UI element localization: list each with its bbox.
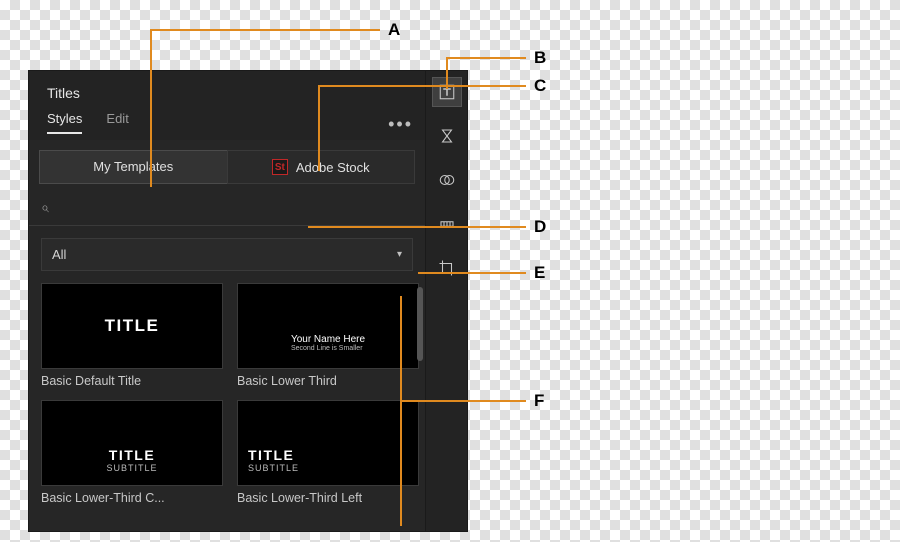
titles-panel: Titles Styles Edit ••• My Templates St A… xyxy=(28,70,468,532)
template-name: Basic Lower Third xyxy=(237,369,419,390)
tab-styles[interactable]: Styles xyxy=(47,111,82,134)
thumb-text: TITLE xyxy=(106,447,157,463)
search-row: ⌕ xyxy=(29,192,425,226)
chevron-down-icon: ▾ xyxy=(397,249,402,260)
callout-line xyxy=(400,400,526,402)
source-adobe-stock[interactable]: St Adobe Stock xyxy=(227,150,416,184)
template-name: Basic Default Title xyxy=(41,369,223,390)
callout-line xyxy=(150,29,152,187)
template-item[interactable]: TITLE SUBTITLE Basic Lower-Third C... xyxy=(41,400,223,507)
callout-label-d: D xyxy=(534,217,546,237)
callout-line xyxy=(446,57,526,59)
thumb-text: SUBTITLE xyxy=(248,463,299,473)
source-toggle: My Templates St Adobe Stock xyxy=(29,140,425,192)
source-my-templates[interactable]: My Templates xyxy=(39,150,227,184)
callout-line xyxy=(318,85,320,171)
template-item[interactable]: Your Name Here Second Line is Smaller Ba… xyxy=(237,283,419,390)
callout-line xyxy=(400,296,402,526)
panel-main: Titles Styles Edit ••• My Templates St A… xyxy=(29,71,425,531)
callout-label-a: A xyxy=(388,20,400,40)
templates-grid-wrap: TITLE Basic Default Title Your Name Here… xyxy=(29,279,425,531)
panel-right-sidebar xyxy=(425,71,467,531)
search-icon: ⌕ xyxy=(41,199,49,216)
panel-title: Titles xyxy=(29,71,425,111)
callout-label-e: E xyxy=(534,263,545,283)
thumb-text: SUBTITLE xyxy=(106,463,157,473)
venn-icon[interactable] xyxy=(432,165,462,195)
template-thumbnail: TITLE SUBTITLE xyxy=(237,400,419,486)
adobe-stock-icon: St xyxy=(272,159,288,175)
templates-grid: TITLE Basic Default Title Your Name Here… xyxy=(41,283,419,507)
thumb-text: Your Name Here xyxy=(291,334,365,345)
callout-line xyxy=(418,272,526,274)
hourglass-icon[interactable] xyxy=(432,121,462,151)
level-icon[interactable] xyxy=(432,209,462,239)
panel-tabs: Styles Edit xyxy=(29,111,425,140)
callout-line xyxy=(318,85,526,87)
search-input[interactable] xyxy=(57,196,413,219)
panel-menu-icon[interactable]: ••• xyxy=(388,114,413,135)
thumb-text: TITLE xyxy=(105,316,160,336)
source-adobe-stock-label: Adobe Stock xyxy=(296,160,370,175)
thumb-text: TITLE xyxy=(248,447,299,463)
callout-line xyxy=(308,226,526,228)
template-thumbnail: TITLE SUBTITLE xyxy=(41,400,223,486)
category-filter[interactable]: All ▾ xyxy=(41,238,413,271)
template-item[interactable]: TITLE Basic Default Title xyxy=(41,283,223,390)
callout-label-c: C xyxy=(534,76,546,96)
category-filter-label: All xyxy=(52,247,66,262)
template-thumbnail: TITLE xyxy=(41,283,223,369)
template-item[interactable]: TITLE SUBTITLE Basic Lower-Third Left xyxy=(237,400,419,507)
template-thumbnail: Your Name Here Second Line is Smaller xyxy=(237,283,419,369)
thumb-text: Second Line is Smaller xyxy=(291,345,365,352)
template-name: Basic Lower-Third Left xyxy=(237,486,419,507)
crop-icon[interactable] xyxy=(432,253,462,283)
tab-edit[interactable]: Edit xyxy=(106,111,128,134)
callout-line xyxy=(150,29,380,31)
template-name: Basic Lower-Third C... xyxy=(41,486,223,507)
callout-label-b: B xyxy=(534,48,546,68)
callout-label-f: F xyxy=(534,391,544,411)
grid-scrollbar[interactable] xyxy=(417,287,423,361)
